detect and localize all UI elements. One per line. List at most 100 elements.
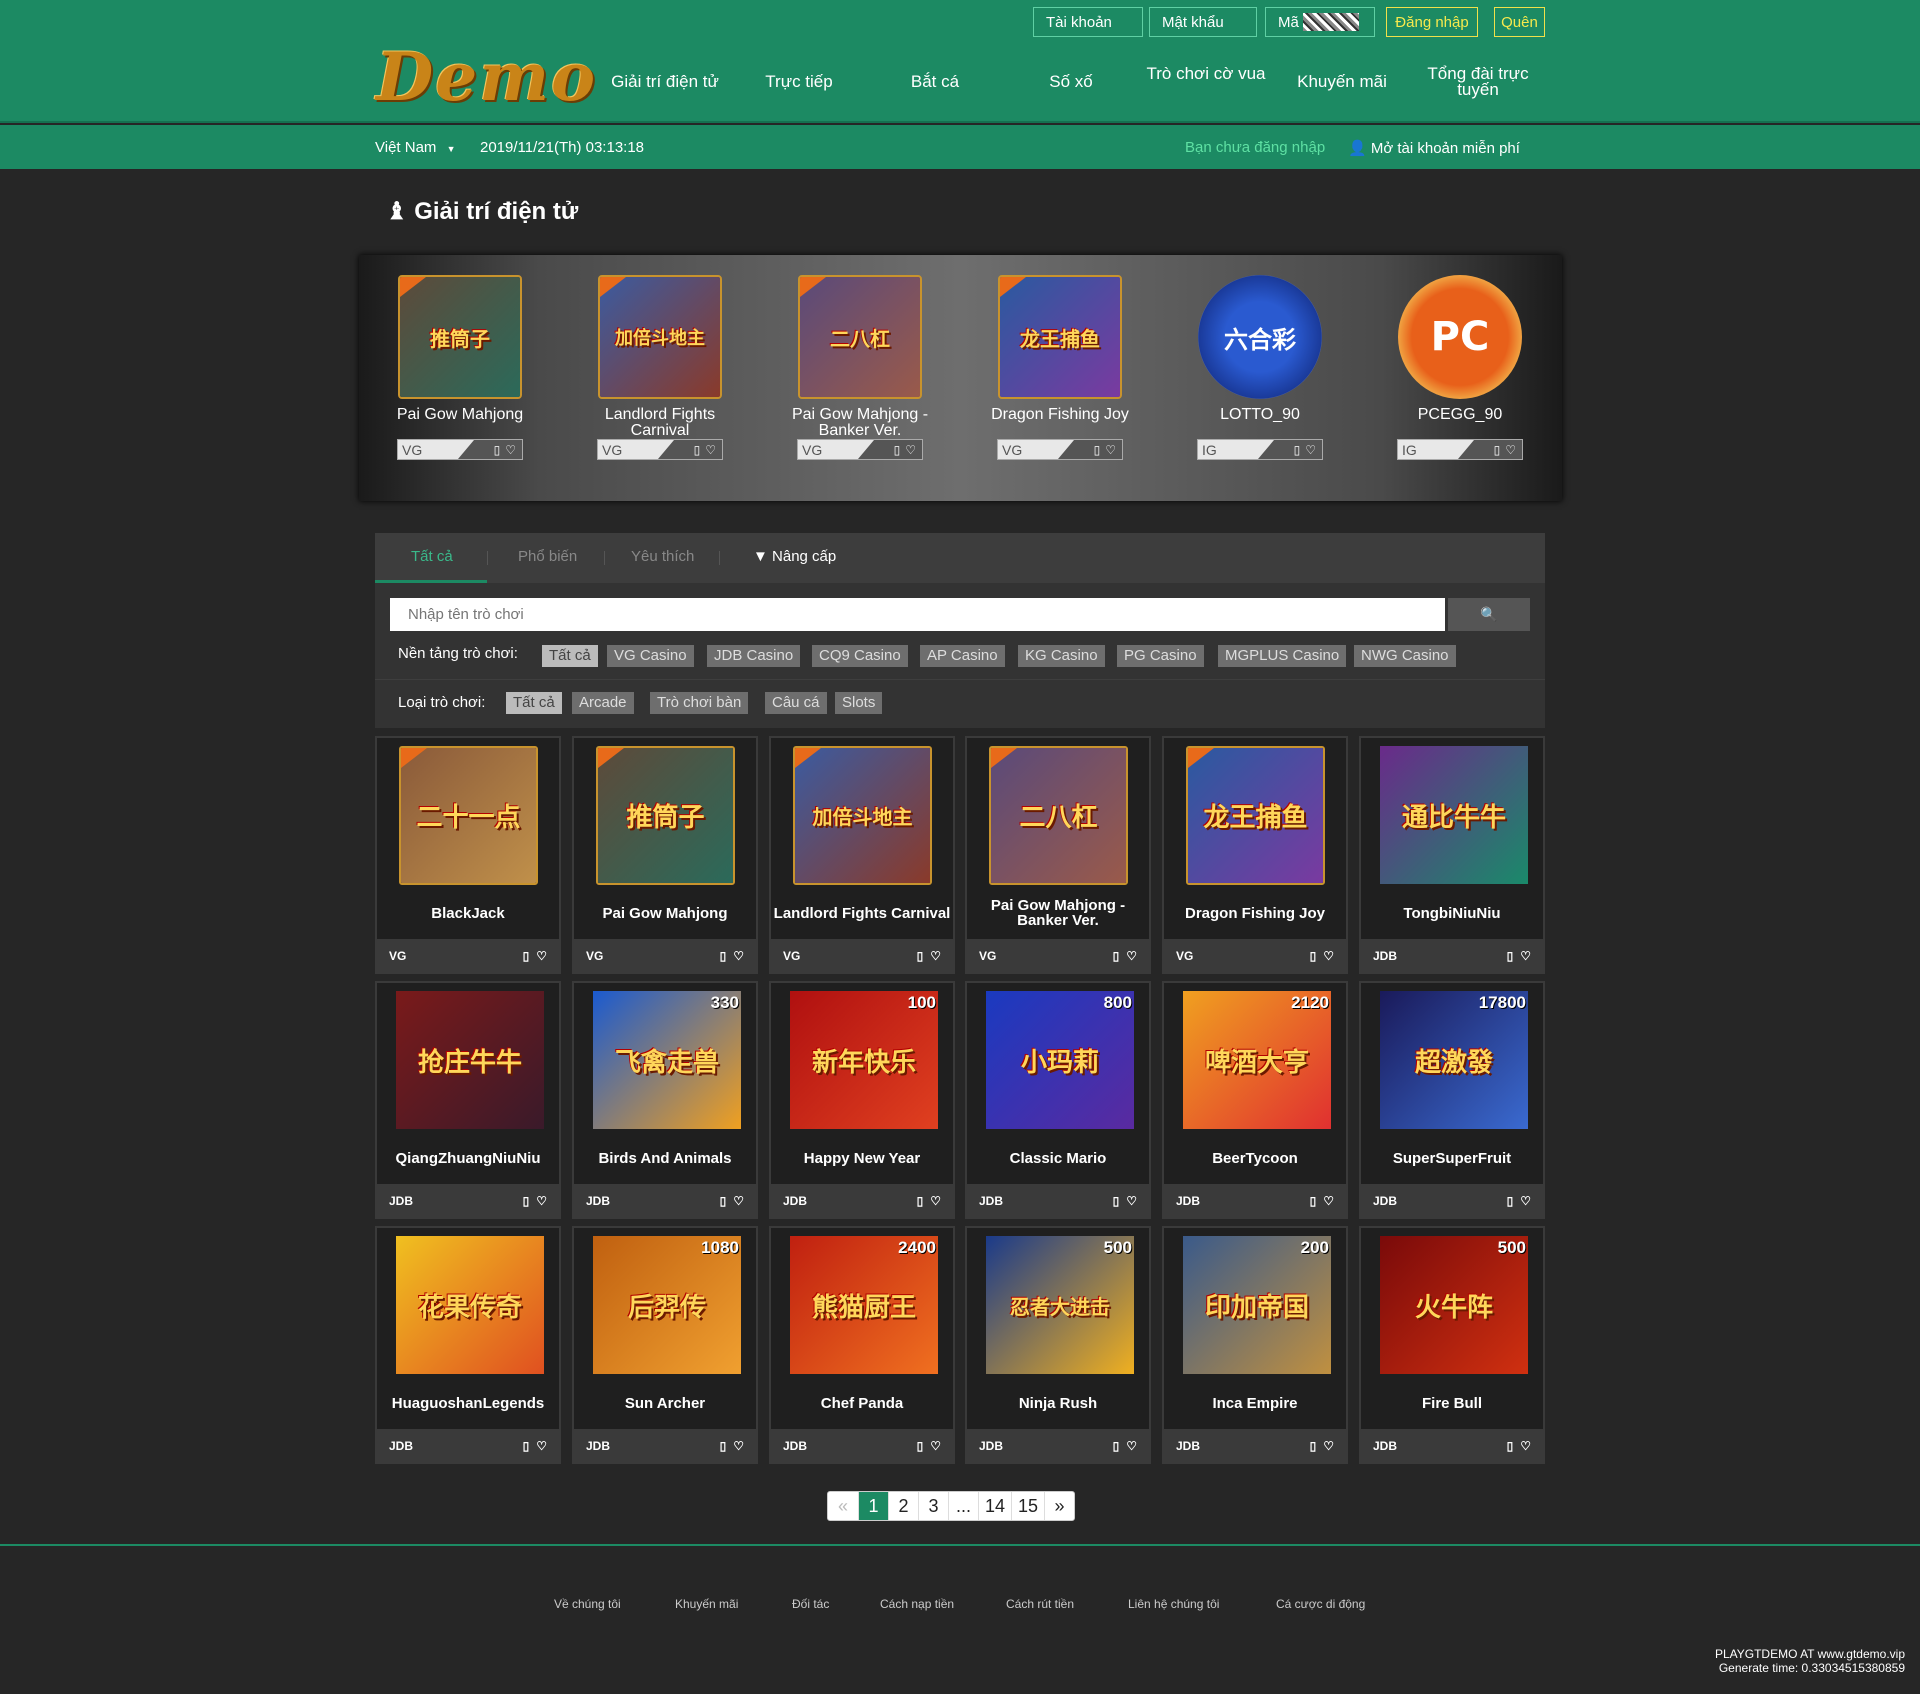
- featured-game[interactable]: 龙王捕鱼 Dragon Fishing Joy VG ▯ ♡: [975, 275, 1145, 460]
- game-thumbnail[interactable]: 推筒子: [596, 746, 735, 885]
- page-prev[interactable]: «: [828, 1492, 858, 1520]
- forgot-button[interactable]: Quên: [1494, 7, 1545, 37]
- game-card[interactable]: 二八杠 Pai Gow Mahjong - Banker Ver. VG ▯ ♡: [965, 736, 1151, 974]
- featured-game[interactable]: PC PCEGG_90 IG ▯ ♡: [1375, 275, 1545, 460]
- page-next[interactable]: »: [1044, 1492, 1074, 1520]
- footer-link-contact[interactable]: Liên hệ chúng tôi: [1128, 1597, 1219, 1611]
- game-thumbnail[interactable]: PC: [1398, 275, 1522, 399]
- nav-electronic-games[interactable]: Giải trí điện tử: [600, 73, 730, 90]
- country-selector[interactable]: Việt Nam ▼: [375, 139, 456, 156]
- game-thumbnail[interactable]: 二八杠: [989, 746, 1128, 885]
- mobile-icon[interactable]: ▯: [523, 1194, 530, 1208]
- heart-icon[interactable]: ♡: [1126, 949, 1137, 963]
- game-thumbnail[interactable]: 通比牛牛: [1380, 746, 1528, 884]
- tab-popular[interactable]: Phổ biến: [518, 548, 577, 565]
- game-thumbnail[interactable]: 后羿传 1080: [593, 1236, 741, 1374]
- footer-link-promotions[interactable]: Khuyến mãi: [675, 1597, 738, 1611]
- game-thumbnail[interactable]: 二十一点: [399, 746, 538, 885]
- mobile-icon[interactable]: ▯: [720, 949, 727, 963]
- game-thumbnail[interactable]: 印加帝国 200: [1183, 1236, 1331, 1374]
- platform-chip-kg[interactable]: KG Casino: [1018, 645, 1105, 667]
- heart-icon[interactable]: ♡: [733, 1194, 744, 1208]
- heart-icon[interactable]: ♡: [1305, 443, 1316, 457]
- game-card[interactable]: 二十一点 BlackJack VG ▯ ♡: [375, 736, 561, 974]
- footer-link-deposit[interactable]: Cách nạp tiền: [880, 1597, 954, 1611]
- mobile-icon[interactable]: ▯: [720, 1439, 727, 1453]
- type-chip-arcade[interactable]: Arcade: [572, 692, 634, 714]
- platform-chip-vg[interactable]: VG Casino: [607, 645, 694, 667]
- heart-icon[interactable]: ♡: [536, 1439, 547, 1453]
- game-card[interactable]: 啤酒大亨 2120 BeerTycoon JDB ▯ ♡: [1162, 981, 1348, 1219]
- game-card[interactable]: 新年快乐 100 Happy New Year JDB ▯ ♡: [769, 981, 955, 1219]
- heart-icon[interactable]: ♡: [930, 949, 941, 963]
- platform-chip-jdb[interactable]: JDB Casino: [707, 645, 801, 667]
- game-card[interactable]: 花果传奇 HuaguoshanLegends JDB ▯ ♡: [375, 1226, 561, 1464]
- heart-icon[interactable]: ♡: [1126, 1194, 1137, 1208]
- game-card[interactable]: 小玛莉 800 Classic Mario JDB ▯ ♡: [965, 981, 1151, 1219]
- heart-icon[interactable]: ♡: [1126, 1439, 1137, 1453]
- mobile-icon[interactable]: ▯: [1113, 949, 1120, 963]
- type-chip-fishing[interactable]: Câu cá: [765, 692, 827, 714]
- page-14[interactable]: 14: [978, 1492, 1011, 1520]
- game-card[interactable]: 火牛阵 500 Fire Bull JDB ▯ ♡: [1359, 1226, 1545, 1464]
- heart-icon[interactable]: ♡: [1323, 1439, 1334, 1453]
- heart-icon[interactable]: ♡: [1323, 949, 1334, 963]
- game-thumbnail[interactable]: 忍者大进击 500: [986, 1236, 1134, 1374]
- type-chip-slots[interactable]: Slots: [835, 692, 883, 714]
- game-thumbnail[interactable]: 小玛莉 800: [986, 991, 1134, 1129]
- game-card[interactable]: 抢庄牛牛 QiangZhuangNiuNiu JDB ▯ ♡: [375, 981, 561, 1219]
- game-card[interactable]: 后羿传 1080 Sun Archer JDB ▯ ♡: [572, 1226, 758, 1464]
- mobile-icon[interactable]: ▯: [1494, 443, 1501, 457]
- featured-game[interactable]: 加倍斗地主 Landlord Fights Carnival VG ▯ ♡: [575, 275, 745, 460]
- platform-chip-nwg[interactable]: NWG Casino: [1354, 645, 1456, 667]
- captcha-image[interactable]: [1302, 13, 1359, 31]
- platform-chip-mgplus[interactable]: MGPLUS Casino: [1218, 645, 1347, 667]
- mobile-icon[interactable]: ▯: [1310, 1439, 1317, 1453]
- footer-link-withdraw[interactable]: Cách rút tiền: [1006, 1597, 1074, 1611]
- game-thumbnail[interactable]: 熊猫厨王 2400: [790, 1236, 938, 1374]
- heart-icon[interactable]: ♡: [705, 443, 716, 457]
- mobile-icon[interactable]: ▯: [1507, 1439, 1514, 1453]
- search-input[interactable]: [390, 598, 1445, 631]
- nav-live[interactable]: Trực tiếp: [734, 73, 864, 90]
- game-card[interactable]: 加倍斗地主 Landlord Fights Carnival VG ▯ ♡: [769, 736, 955, 974]
- heart-icon[interactable]: ♡: [930, 1194, 941, 1208]
- mobile-icon[interactable]: ▯: [494, 443, 501, 457]
- account-input[interactable]: Tài khoản: [1033, 7, 1143, 37]
- mobile-icon[interactable]: ▯: [694, 443, 701, 457]
- platform-chip-cq9[interactable]: CQ9 Casino: [812, 645, 908, 667]
- game-thumbnail[interactable]: 加倍斗地主: [793, 746, 932, 885]
- game-thumbnail[interactable]: 六合彩: [1198, 275, 1322, 399]
- mobile-icon[interactable]: ▯: [894, 443, 901, 457]
- login-button[interactable]: Đăng nhập: [1386, 7, 1478, 37]
- featured-game[interactable]: 二八杠 Pai Gow Mahjong - Banker Ver. VG ▯ ♡: [775, 275, 945, 460]
- game-thumbnail[interactable]: 龙王捕鱼: [998, 275, 1122, 399]
- mobile-icon[interactable]: ▯: [1310, 1194, 1317, 1208]
- mobile-icon[interactable]: ▯: [1113, 1439, 1120, 1453]
- nav-online-support[interactable]: Tổng đài trực tuyến: [1413, 65, 1543, 98]
- game-card[interactable]: 忍者大进击 500 Ninja Rush JDB ▯ ♡: [965, 1226, 1151, 1464]
- mobile-icon[interactable]: ▯: [1507, 949, 1514, 963]
- footer-link-partners[interactable]: Đối tác: [792, 1597, 829, 1611]
- mobile-icon[interactable]: ▯: [1113, 1194, 1120, 1208]
- nav-lottery[interactable]: Số xố: [1006, 73, 1136, 90]
- game-thumbnail[interactable]: 火牛阵 500: [1380, 1236, 1528, 1374]
- platform-chip-all[interactable]: Tất cả: [542, 645, 598, 667]
- game-thumbnail[interactable]: 加倍斗地主: [598, 275, 722, 399]
- open-account-link[interactable]: 👤 Mở tài khoản miễn phí: [1348, 139, 1520, 157]
- mobile-icon[interactable]: ▯: [1507, 1194, 1514, 1208]
- game-card[interactable]: 龙王捕鱼 Dragon Fishing Joy VG ▯ ♡: [1162, 736, 1348, 974]
- nav-board-games[interactable]: Trò chơi cờ vua: [1141, 65, 1271, 82]
- heart-icon[interactable]: ♡: [733, 1439, 744, 1453]
- type-chip-all[interactable]: Tất cả: [506, 692, 562, 714]
- heart-icon[interactable]: ♡: [505, 443, 516, 457]
- featured-game[interactable]: 六合彩 LOTTO_90 IG ▯ ♡: [1175, 275, 1345, 460]
- heart-icon[interactable]: ♡: [1520, 1439, 1531, 1453]
- game-thumbnail[interactable]: 飞禽走兽 330: [593, 991, 741, 1129]
- game-thumbnail[interactable]: 二八杠: [798, 275, 922, 399]
- game-card[interactable]: 通比牛牛 TongbiNiuNiu JDB ▯ ♡: [1359, 736, 1545, 974]
- mobile-icon[interactable]: ▯: [917, 1439, 924, 1453]
- heart-icon[interactable]: ♡: [536, 1194, 547, 1208]
- heart-icon[interactable]: ♡: [733, 949, 744, 963]
- page-3[interactable]: 3: [918, 1492, 948, 1520]
